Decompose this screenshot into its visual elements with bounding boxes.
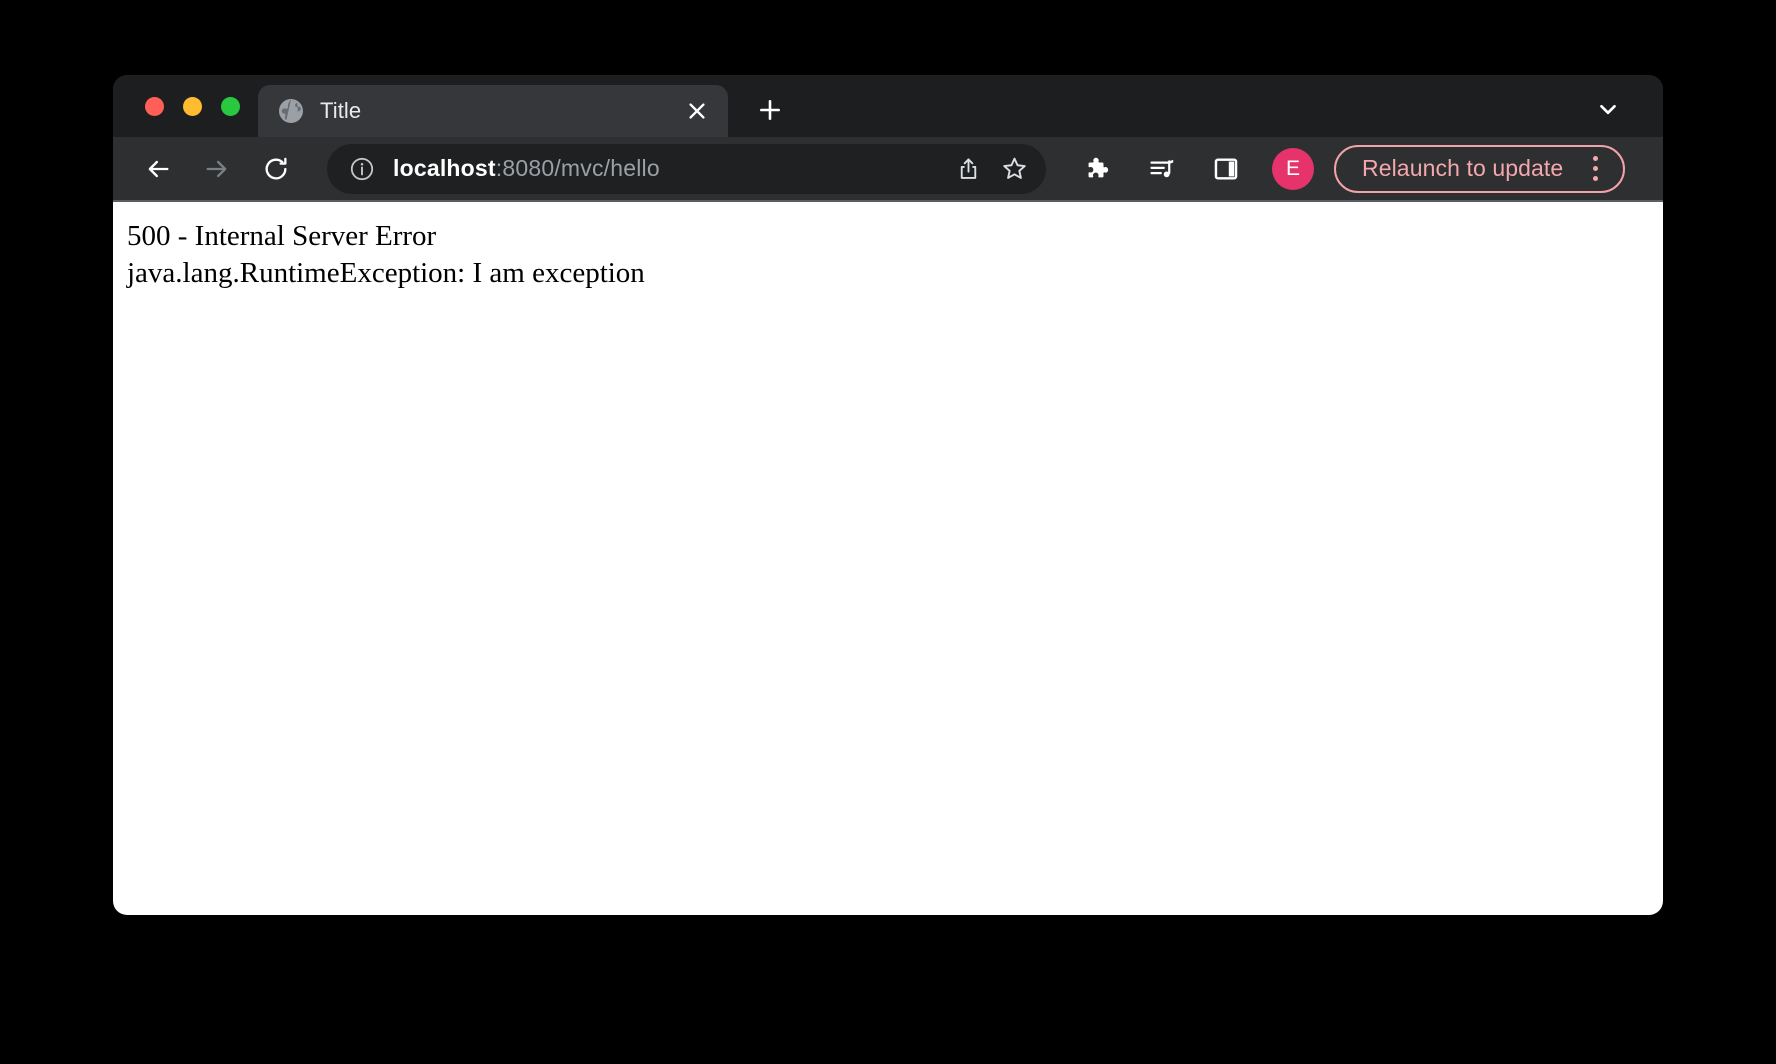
arrow-left-icon[interactable] bbox=[135, 146, 181, 192]
media-playlist-icon[interactable] bbox=[1140, 147, 1184, 191]
reload-icon[interactable] bbox=[253, 146, 299, 192]
globe-icon bbox=[278, 98, 304, 124]
new-tab-button[interactable] bbox=[748, 88, 792, 132]
puzzle-icon[interactable] bbox=[1076, 147, 1120, 191]
relaunch-to-update-button[interactable]: Relaunch to update bbox=[1334, 145, 1625, 193]
address-bar[interactable]: localhost:8080/mvc/hello bbox=[327, 144, 1046, 194]
close-icon[interactable] bbox=[682, 96, 712, 126]
arrow-right-icon[interactable] bbox=[194, 146, 240, 192]
url-text[interactable]: localhost:8080/mvc/hello bbox=[393, 155, 942, 182]
browser-window: Title bbox=[113, 75, 1663, 915]
url-host: localhost bbox=[393, 155, 496, 181]
page-content: 500 - Internal Server Error java.lang.Ru… bbox=[113, 202, 1663, 915]
chevron-down-icon[interactable] bbox=[1591, 92, 1625, 126]
side-panel-icon[interactable] bbox=[1204, 147, 1248, 191]
window-maximize-button[interactable] bbox=[221, 97, 240, 116]
browser-tab[interactable]: Title bbox=[258, 85, 728, 137]
window-traffic-lights bbox=[113, 75, 258, 137]
star-icon[interactable] bbox=[994, 149, 1034, 189]
tab-strip: Title bbox=[113, 75, 1663, 137]
url-path: :8080/mvc/hello bbox=[496, 155, 660, 181]
avatar[interactable]: E bbox=[1272, 148, 1314, 190]
error-exception-line: java.lang.RuntimeException: I am excepti… bbox=[127, 255, 1663, 292]
avatar-initial: E bbox=[1286, 158, 1300, 179]
tab-title: Title bbox=[320, 98, 682, 124]
three-dots-vertical-icon[interactable] bbox=[1579, 150, 1611, 188]
window-minimize-button[interactable] bbox=[183, 97, 202, 116]
info-circle-icon[interactable] bbox=[349, 156, 375, 182]
error-status-line: 500 - Internal Server Error bbox=[127, 218, 1663, 255]
browser-toolbar: localhost:8080/mvc/hello bbox=[113, 137, 1663, 202]
relaunch-to-update-label: Relaunch to update bbox=[1362, 155, 1563, 182]
share-icon[interactable] bbox=[948, 149, 988, 189]
window-close-button[interactable] bbox=[145, 97, 164, 116]
